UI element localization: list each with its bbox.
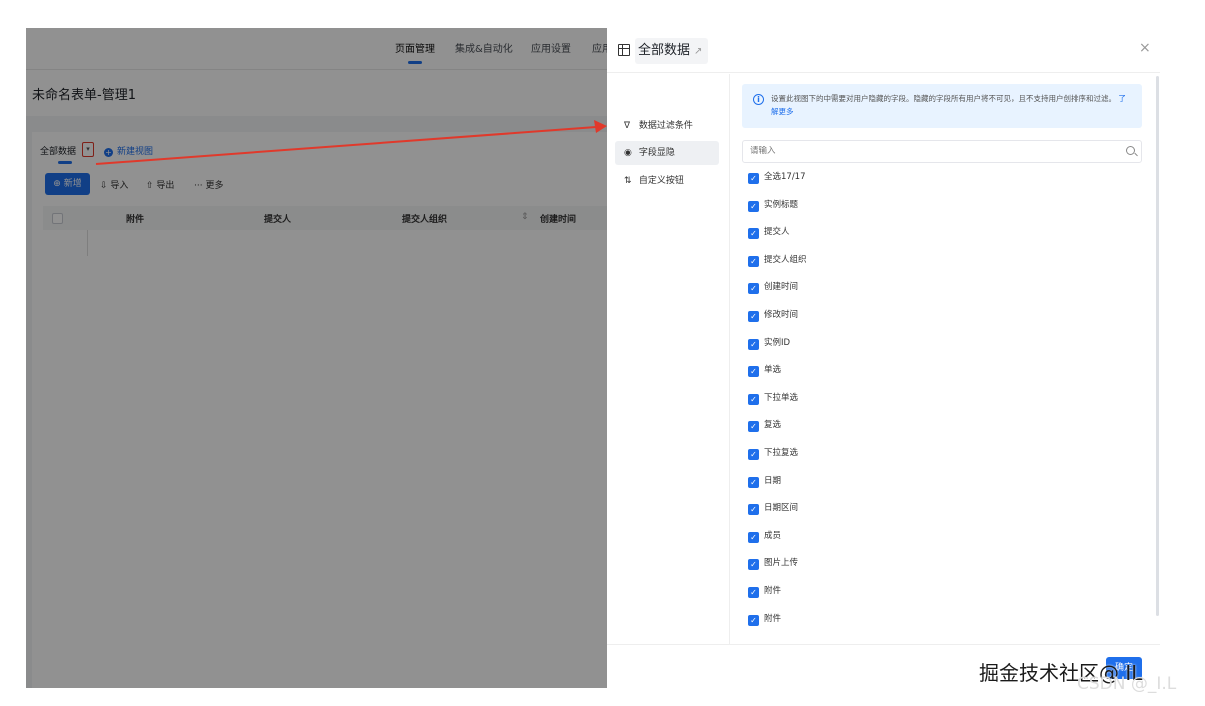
table-grid-icon — [618, 44, 630, 56]
side-item-label: 数据过滤条件 — [638, 121, 693, 131]
field-label: 日期区间 — [764, 503, 799, 514]
side-item-filter[interactable]: ∇ 数据过滤条件 — [615, 114, 719, 138]
check-icon: ✓ — [748, 255, 759, 267]
close-icon[interactable]: × — [1139, 40, 1151, 56]
eye-icon: ◉ — [624, 148, 632, 158]
view-settings-drawer: 全部数据 ↗ × ∇ 数据过滤条件 ◉ 字段显隐 ⇅ 自定义按钮 i 设置此视图下… — [607, 28, 1160, 688]
check-icon: ✓ — [748, 393, 759, 405]
field-label: 实例ID — [764, 337, 791, 348]
side-item-custom-buttons[interactable]: ⇅ 自定义按钮 — [615, 169, 719, 193]
field-label: 提交人组织 — [764, 254, 807, 265]
field-label: 提交人 — [764, 227, 790, 238]
field-checkbox[interactable]: ✓ 成员 — [748, 530, 781, 544]
arrow-line — [95, 126, 597, 165]
field-checkbox[interactable]: ✓ 附件 — [748, 613, 781, 627]
field-checkbox[interactable]: ✓ 图片上传 — [748, 557, 798, 571]
check-icon: ✓ — [748, 531, 759, 543]
field-checkbox[interactable]: ✓ 日期区间 — [748, 502, 798, 516]
field-label: 修改时间 — [764, 310, 799, 320]
info-banner: i 设置此视图下的中需要对用户隐藏的字段。隐藏的字段所有用户将不可见，且不支持用… — [742, 84, 1142, 128]
side-item-label: 自定义按钮 — [638, 176, 684, 186]
external-link-icon[interactable]: ↗ — [694, 46, 702, 57]
field-checkbox[interactable]: ✓ 复选 — [748, 419, 781, 433]
field-checkbox[interactable]: ✓ 附件 — [748, 585, 781, 599]
field-checkbox[interactable]: ✓ 下拉单选 — [748, 392, 798, 406]
select-all-checkbox[interactable]: ✓ 全选17/17 — [748, 171, 806, 185]
check-icon: ✓ — [748, 559, 759, 571]
side-item-label: 字段显隐 — [638, 148, 675, 158]
check-icon: ✓ — [748, 366, 759, 378]
drawer-title[interactable]: 全部数据 ↗ — [635, 38, 709, 64]
check-icon: ✓ — [748, 587, 759, 598]
info-text: 设置此视图下的中需要对用户隐藏的字段。隐藏的字段所有用户将不可见，且不支持用户创… — [771, 92, 1131, 118]
check-icon: ✓ — [748, 283, 759, 295]
field-checkbox[interactable]: ✓ 提交人组织 — [748, 254, 807, 268]
check-icon: ✓ — [748, 173, 759, 184]
info-message: 设置此视图下的中需要对用户隐藏的字段。隐藏的字段所有用户将不可见，且不支持用户创… — [771, 94, 1116, 103]
check-icon: ✓ — [748, 200, 759, 212]
sort-icon: ⇅ — [624, 176, 632, 186]
field-visibility-content: i 设置此视图下的中需要对用户隐藏的字段。隐藏的字段所有用户将不可见，且不支持用… — [731, 74, 1160, 644]
field-label: 图片上传 — [764, 558, 799, 569]
field-checkbox[interactable]: ✓ 提交人 — [748, 226, 790, 240]
field-label: 实例标题 — [764, 199, 799, 210]
field-label: 下拉单选 — [764, 392, 799, 403]
drawer-title-text: 全部数据 — [638, 43, 691, 58]
drawer-scrollbar[interactable] — [1156, 76, 1159, 616]
field-label: 下拉复选 — [764, 448, 799, 458]
search-icon[interactable] — [1126, 146, 1135, 155]
field-checkbox[interactable]: ✓ 修改时间 — [748, 309, 798, 323]
field-label: 附件 — [764, 613, 782, 624]
check-icon: ✓ — [748, 504, 759, 516]
check-icon: ✓ — [748, 476, 759, 488]
field-label: 日期 — [764, 475, 782, 486]
field-search-box — [742, 140, 1142, 163]
drawer-header: 全部数据 ↗ × — [607, 28, 1160, 73]
field-checkbox[interactable]: ✓ 创建时间 — [748, 281, 798, 295]
field-label: 创建时间 — [764, 282, 799, 293]
check-icon: ✓ — [748, 311, 759, 322]
drawer-side-menu: ∇ 数据过滤条件 ◉ 字段显隐 ⇅ 自定义按钮 — [607, 74, 730, 644]
field-label: 附件 — [764, 586, 782, 596]
info-icon: i — [753, 94, 764, 105]
field-checkbox[interactable]: ✓ 下拉复选 — [748, 447, 798, 461]
watermark-csdn: CSDN @_I.L — [1077, 674, 1177, 694]
filter-icon: ∇ — [624, 121, 631, 131]
side-item-field-visibility[interactable]: ◉ 字段显隐 — [615, 141, 719, 165]
check-icon: ✓ — [748, 614, 759, 626]
check-icon: ✓ — [748, 421, 759, 433]
field-label: 复选 — [764, 420, 782, 431]
check-icon: ✓ — [748, 338, 759, 350]
field-label: 单选 — [764, 365, 782, 376]
arrow-head — [594, 120, 607, 133]
field-checkbox[interactable]: ✓ 日期 — [748, 475, 781, 489]
select-all-label: 全选17/17 — [764, 172, 806, 182]
field-checkbox[interactable]: ✓ 单选 — [748, 364, 781, 378]
check-icon: ✓ — [748, 228, 759, 240]
field-checkbox[interactable]: ✓ 实例ID — [748, 337, 790, 351]
field-label: 成员 — [764, 530, 782, 541]
field-checkbox[interactable]: ✓ 实例标题 — [748, 199, 798, 213]
field-search-input[interactable] — [750, 146, 1110, 156]
check-icon: ✓ — [748, 449, 759, 460]
